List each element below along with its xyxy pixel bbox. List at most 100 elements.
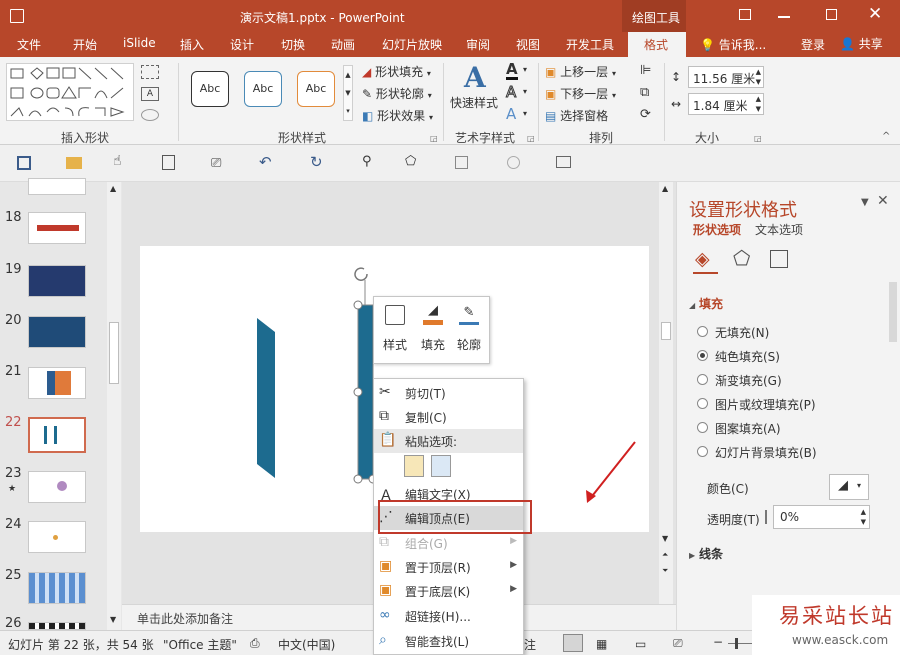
minimize-button[interactable] [778, 16, 790, 18]
open-folder-icon[interactable] [66, 157, 82, 169]
slide-thumbnail[interactable] [28, 212, 86, 244]
selection-pane-button[interactable]: ▤ 选择窗格 [545, 107, 608, 124]
text-box-icon[interactable]: A [141, 87, 159, 101]
transparency-field[interactable]: 0% ▲ ▼ [773, 505, 870, 529]
pane-scrollbar[interactable] [889, 282, 897, 342]
tab-slideshow[interactable]: 幻灯片放映 [382, 36, 442, 53]
dialog-launcher-icon[interactable]: ◲ [754, 134, 762, 143]
spinner-icon[interactable]: ▲ ▼ [756, 94, 761, 114]
mini-fill-label[interactable]: 填充 [421, 336, 445, 353]
scroll-thumb[interactable] [109, 322, 119, 384]
notes-toggle[interactable]: 注 [524, 636, 536, 653]
collapse-ribbon-icon[interactable]: ^ [882, 131, 890, 142]
menu-item-bring-to-front[interactable]: ▣ 置于顶层(R) ▶ [374, 555, 523, 579]
tab-file[interactable]: 文件 [17, 36, 41, 53]
fill-pattern-radio[interactable] [697, 422, 708, 433]
fill-picture-radio[interactable] [697, 398, 708, 409]
style-preset-2[interactable]: Abc [244, 71, 282, 107]
scroll-thumb[interactable] [661, 322, 671, 340]
scroll-down-icon[interactable]: ▼ [662, 534, 668, 543]
zoom-out-icon[interactable]: − [713, 635, 723, 649]
fill-solid-radio[interactable] [697, 350, 708, 361]
dialog-launcher-icon[interactable]: ◲ [430, 134, 438, 143]
menu-item-hyperlink[interactable]: ∞ 超链接(H)... [374, 604, 523, 628]
undo-icon[interactable]: ↶ [259, 153, 272, 171]
thumbnail-scrollbar[interactable]: ▲ ▼ [107, 182, 121, 630]
style-preset-3[interactable]: Abc [297, 71, 335, 107]
edit-shape-icon[interactable] [141, 65, 159, 79]
slide-thumbnail[interactable] [28, 471, 86, 503]
text-outline-icon[interactable]: A [505, 84, 516, 101]
menu-item-send-to-back[interactable]: ▣ 置于底层(K) ▶ [374, 579, 523, 603]
shape-effects-button[interactable]: ◧ 形状效果 ▾ [362, 107, 433, 124]
line-section-header[interactable]: ▶ 线条 [689, 545, 723, 562]
shape-outline-button[interactable]: ✎ 形状轮廓 ▾ [362, 85, 432, 102]
scroll-up-icon[interactable]: ▲ [110, 184, 116, 193]
slide-thumbnail[interactable] [28, 265, 86, 297]
zoom-slider-thumb[interactable] [735, 638, 738, 649]
width-field[interactable]: 1.84 厘米 ▲ ▼ [688, 93, 764, 115]
size-properties-icon[interactable] [770, 250, 788, 268]
scroll-down-icon[interactable]: ▼ [110, 615, 116, 624]
rotate-icon[interactable]: ⟳ [640, 107, 651, 122]
format-painter-icon[interactable]: ⚲ [362, 154, 372, 169]
shapes-icon[interactable]: ⬠ [405, 154, 416, 169]
reading-view-icon[interactable]: ▭ [635, 637, 646, 651]
menu-item-smart-lookup[interactable]: ⌕ 智能查找(L) [374, 629, 523, 653]
tab-view[interactable]: 视图 [516, 36, 540, 53]
tab-home[interactable]: 开始 [73, 36, 97, 53]
prev-slide-icon[interactable]: ⏶ [662, 550, 668, 560]
text-effects-icon[interactable]: A [506, 106, 516, 122]
tab-design[interactable]: 设计 [230, 36, 254, 53]
redo-icon[interactable]: ↻ [310, 153, 323, 171]
tab-text-options[interactable]: 文本选项 [755, 221, 803, 238]
paste-option-keep-format-icon[interactable] [404, 455, 424, 477]
group-objects-icon[interactable]: ⧉ [640, 85, 649, 100]
shape-fill-button[interactable]: ◢ 形状填充 ▾ [362, 63, 431, 80]
slide-thumbnail[interactable] [28, 622, 86, 630]
slide-thumbnail[interactable] [28, 367, 86, 399]
save-icon[interactable] [17, 156, 31, 170]
maximize-button[interactable] [826, 9, 837, 20]
slide-thumbnail[interactable] [28, 572, 86, 604]
print-preview-icon[interactable] [162, 155, 175, 170]
menu-item-cut[interactable]: ✂ 剪切(T) [374, 381, 523, 405]
mini-outline-label[interactable]: 轮廓 [457, 336, 481, 353]
spinner-icon[interactable]: ▲ ▼ [861, 507, 866, 527]
style-preset-1[interactable]: Abc [191, 71, 229, 107]
tab-review[interactable]: 审阅 [466, 36, 490, 53]
paste-option-picture-icon[interactable] [431, 455, 451, 477]
next-slide-icon[interactable]: ⏷ [662, 566, 668, 576]
fill-background-radio[interactable] [697, 446, 708, 457]
mini-outline-icon[interactable]: ✎ [459, 305, 479, 325]
align-icon[interactable]: ⊫ [640, 63, 651, 78]
language-indicator[interactable]: 中文(中国) [278, 636, 335, 653]
slide-thumbnail[interactable] [28, 521, 86, 553]
close-button[interactable]: ✕ [868, 4, 882, 24]
spellcheck-icon[interactable]: ⎙ [250, 636, 260, 651]
save-icon[interactable] [10, 9, 24, 23]
color-picker-button[interactable]: ◢ ▾ [829, 474, 869, 500]
scroll-up-icon[interactable]: ▲ [662, 184, 668, 193]
shapes-gallery[interactable] [6, 63, 134, 121]
pane-close-icon[interactable]: ✕ [877, 193, 889, 209]
merge-icon[interactable] [507, 156, 520, 169]
text-fill-icon[interactable]: A [506, 62, 518, 80]
textbox-icon[interactable] [556, 156, 571, 168]
share-button[interactable]: 👤 共享 [840, 35, 883, 52]
fill-line-icon[interactable]: ◈ [695, 248, 710, 270]
distribute-icon[interactable] [455, 156, 468, 169]
fill-section-header[interactable]: ◢ 填充 [689, 295, 723, 312]
editor-vertical-scrollbar[interactable]: ▲ ▼ ⏶ ⏷ [659, 182, 673, 604]
transparency-slider[interactable] [765, 510, 767, 524]
touch-mode-icon[interactable]: ☝ [113, 153, 122, 169]
slide-thumbnail[interactable] [28, 178, 86, 195]
tell-me-box[interactable]: 💡 告诉我... [700, 36, 766, 53]
bring-forward-button[interactable]: ▣ 上移一层 ▾ [545, 63, 616, 80]
slide-sorter-icon[interactable]: ▦ [596, 637, 607, 651]
slide-thumbnail-active[interactable] [28, 417, 86, 453]
fill-gradient-radio[interactable] [697, 374, 708, 385]
tab-shape-options[interactable]: 形状选项 [693, 221, 741, 238]
tab-animations[interactable]: 动画 [331, 36, 355, 53]
pane-options-icon[interactable]: ▼ [861, 197, 869, 208]
